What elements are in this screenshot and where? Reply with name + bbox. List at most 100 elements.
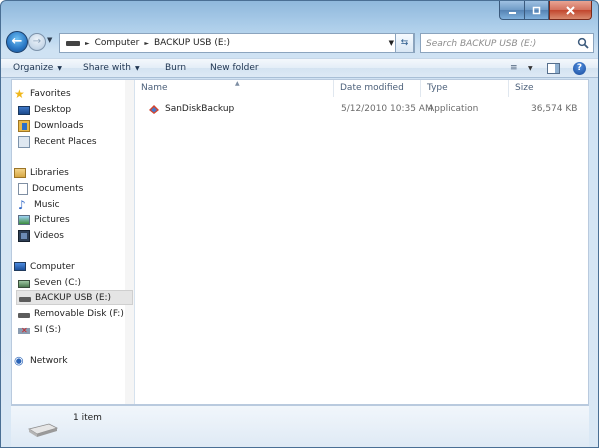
organize-menu[interactable]: Organize ▼ [13, 63, 62, 73]
recent-pages-button[interactable]: ▼ [47, 36, 52, 44]
nav-removable-disk-f[interactable]: Removable Disk (F:) [18, 306, 139, 321]
column-label: Type [427, 83, 448, 93]
nav-label: BACKUP USB (E:) [35, 292, 112, 303]
file-date-modified: 5/12/2010 10:35 AM [341, 104, 433, 114]
nav-label: Downloads [34, 120, 84, 131]
chevron-down-icon: ▼ [57, 65, 62, 72]
nav-documents[interactable]: Documents [18, 181, 139, 196]
usb-drive-icon [66, 40, 80, 46]
nav-label: Computer [30, 261, 75, 272]
search-icon[interactable] [577, 37, 589, 49]
nav-seven-c[interactable]: Seven (C:) [18, 275, 139, 290]
maximize-button[interactable] [524, 1, 549, 20]
navigation-pane: ★ Favorites Desktop Downloads Recent Pla… [12, 80, 135, 404]
burn-button[interactable]: Burn [165, 63, 186, 73]
forward-button[interactable]: → [28, 33, 46, 51]
content-area: ★ Favorites Desktop Downloads Recent Pla… [11, 79, 589, 405]
column-header-type[interactable]: Type [421, 80, 509, 97]
arrow-right-icon: → [32, 36, 42, 47]
nav-libraries[interactable]: Libraries [14, 165, 135, 180]
arrow-left-icon: ← [11, 34, 23, 49]
nav-label: Documents [32, 183, 84, 194]
nav-favorites[interactable]: ★ Favorites [14, 86, 135, 101]
file-list: Name ▲ Date modified Type Size SanDiskBa… [135, 80, 588, 404]
share-with-menu[interactable]: Share with ▼ [83, 63, 140, 73]
computer-icon [14, 262, 26, 271]
breadcrumb-separator-icon[interactable]: ► [85, 40, 90, 47]
file-size: 36,574 KB [531, 104, 578, 114]
column-label: Date modified [340, 83, 404, 93]
sort-ascending-icon: ▲ [235, 80, 240, 87]
search-box [420, 33, 594, 53]
nav-desktop[interactable]: Desktop [18, 102, 139, 117]
nav-backup-usb[interactable]: BACKUP USB (E:) [16, 290, 133, 305]
new-folder-button[interactable]: New folder [210, 63, 259, 73]
star-icon: ★ [14, 86, 25, 101]
nav-downloads[interactable]: Downloads [18, 118, 139, 133]
nav-label: Favorites [30, 88, 71, 99]
nav-label: Recent Places [34, 136, 97, 147]
column-label: Name [141, 83, 168, 93]
command-bar: Organize ▼ Share with ▼ Burn New folder ≡ … [1, 58, 598, 78]
nav-label: Videos [34, 230, 64, 241]
recent-places-icon [18, 135, 30, 148]
address-dropdown-icon[interactable]: ▼ [389, 39, 394, 47]
breadcrumb-computer[interactable]: Computer [95, 38, 140, 48]
close-icon [566, 5, 575, 15]
nav-computer[interactable]: Computer [14, 259, 135, 274]
nav-label: SI (S:) [34, 324, 61, 335]
nav-label: Desktop [34, 104, 72, 115]
nav-label: Seven (C:) [34, 277, 82, 288]
help-icon[interactable]: ? [573, 62, 586, 75]
nav-network[interactable]: ◉ Network [14, 353, 135, 368]
document-icon [18, 182, 28, 195]
item-count: 1 item [73, 413, 102, 423]
nav-label: Libraries [30, 167, 69, 178]
videos-icon [18, 229, 30, 242]
nav-recent-places[interactable]: Recent Places [18, 134, 139, 149]
explorer-window: ← → ▼ ► Computer ► BACKUP USB (E:) ▼ ⇆ S… [0, 0, 599, 448]
more-options-icon[interactable]: ▼ [528, 65, 533, 72]
libraries-icon [14, 167, 26, 178]
file-row[interactable]: SanDiskBackup 5/12/2010 10:35 AM Applica… [135, 102, 588, 118]
details-pane: 1 item [11, 405, 589, 447]
organize-label: Organize [13, 63, 54, 73]
nav-pictures[interactable]: Pictures [18, 212, 139, 227]
chevron-down-icon: ▼ [47, 36, 53, 44]
pictures-icon [18, 214, 30, 225]
chevron-down-icon: ▼ [134, 65, 140, 72]
refresh-icon: ⇆ [400, 38, 409, 48]
column-header-size[interactable]: Size [509, 80, 581, 97]
nav-music[interactable]: ♪ Music [18, 197, 139, 212]
preview-pane-icon[interactable] [547, 63, 560, 74]
column-header-date-modified[interactable]: Date modified [334, 80, 421, 97]
usb-drive-icon [18, 313, 30, 318]
usb-drive-icon [19, 297, 31, 302]
address-bar[interactable]: ► Computer ► BACKUP USB (E:) ▼ ⇆ [59, 33, 415, 53]
nav-videos[interactable]: Videos [18, 228, 139, 243]
refresh-button[interactable]: ⇆ [395, 33, 414, 53]
file-type: Application [428, 104, 479, 114]
search-input[interactable] [426, 37, 574, 50]
file-name: SanDiskBackup [165, 104, 235, 114]
disconnected-drive-icon [18, 326, 30, 335]
application-icon [149, 105, 159, 114]
nav-label: Removable Disk (F:) [34, 308, 124, 319]
breadcrumb-backup-usb[interactable]: BACKUP USB (E:) [154, 38, 230, 48]
minimize-button[interactable] [499, 1, 524, 20]
nav-label: Pictures [34, 214, 70, 225]
drive-icon [18, 279, 30, 288]
share-with-label: Share with [83, 63, 131, 73]
column-label: Size [515, 83, 534, 93]
close-button[interactable] [549, 1, 592, 20]
nav-label: Music [34, 199, 60, 210]
breadcrumb-separator-icon[interactable]: ► [144, 40, 149, 47]
nav-label: Network [30, 355, 68, 366]
usb-drive-icon [27, 423, 59, 437]
change-view-icon[interactable]: ≡ [510, 63, 518, 73]
downloads-icon [18, 119, 30, 132]
network-icon: ◉ [14, 353, 24, 367]
desktop-icon [18, 105, 30, 115]
nav-si-s[interactable]: SI (S:) [18, 322, 139, 337]
back-button[interactable]: ← [6, 31, 28, 53]
